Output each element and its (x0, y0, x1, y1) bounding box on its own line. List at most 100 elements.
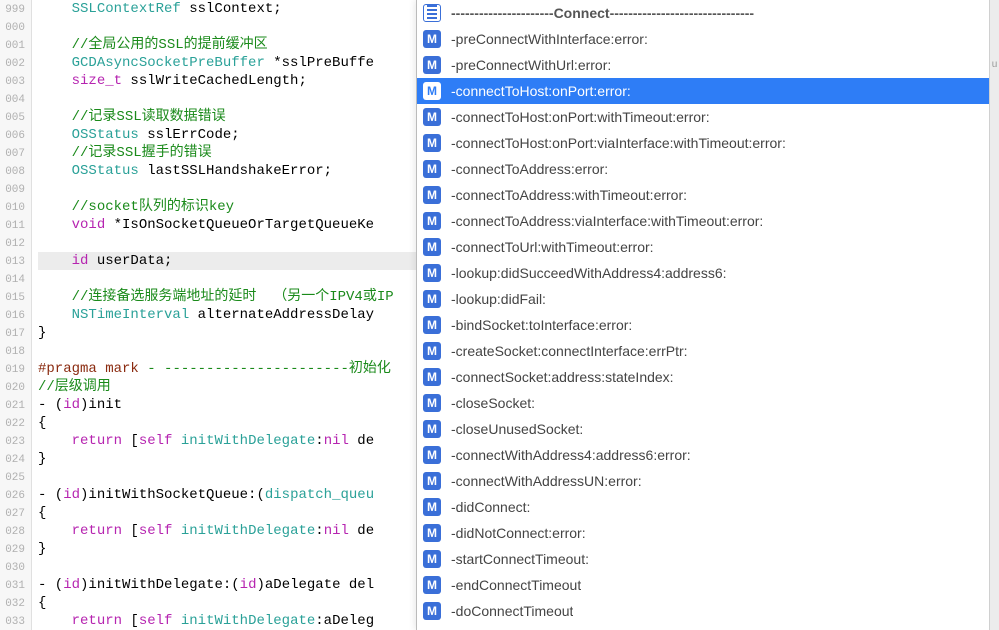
popup-item[interactable]: M -connectWithAddress4:address6:error: (417, 442, 999, 468)
line-number: 028 (0, 523, 31, 541)
editor-root: { "gutter_start": 999, "gutter_count": 3… (0, 0, 999, 630)
method-icon: M (423, 368, 441, 386)
popup-item-label: -connectWithAddressUN:error: (451, 473, 642, 489)
popup-item[interactable]: M -connectToHost:onPort:viaInterface:with… (417, 130, 999, 156)
popup-item-label: -didConnect: (451, 499, 530, 515)
section-icon (423, 4, 441, 22)
popup-item[interactable]: M -connectToHost:onPort:withTimeout:error… (417, 104, 999, 130)
method-icon: M (423, 186, 441, 204)
line-number: 027 (0, 505, 31, 523)
popup-header-text: ----------------------Connect-----------… (451, 5, 754, 21)
line-number: 999 (0, 1, 31, 19)
method-icon: M (423, 212, 441, 230)
popup-item[interactable]: M-lookup:didFail: (417, 286, 999, 312)
method-icon: M (423, 342, 441, 360)
method-icon: M (423, 108, 441, 126)
popup-item-label: -preConnectWithUrl:error: (451, 57, 611, 73)
method-icon: M (423, 420, 441, 438)
method-icon: M (423, 576, 441, 594)
line-number: 013 (0, 253, 31, 271)
line-number: 029 (0, 541, 31, 559)
popup-item[interactable]: M-startConnectTimeout: (417, 546, 999, 572)
method-icon: M (423, 446, 441, 464)
popup-item[interactable]: M-preConnectWithInterface:error: (417, 26, 999, 52)
popup-item-label: -doConnectTimeout (451, 603, 573, 619)
line-number: 017 (0, 325, 31, 343)
popup-item-label: -createSocket:connectInterface:errPtr: (451, 343, 688, 359)
line-number: 006 (0, 127, 31, 145)
popup-item-label: -connectToHost:onPort:viaInterface:withT… (451, 135, 786, 151)
popup-item[interactable]: M -preConnectWithUrl:error: (417, 52, 999, 78)
popup-section-header[interactable]: ----------------------Connect-----------… (417, 0, 999, 26)
popup-item-label: -connectWithAddress4:address6:error: (451, 447, 691, 463)
line-number: 033 (0, 613, 31, 630)
method-icon: M (423, 56, 441, 74)
line-number: 023 (0, 433, 31, 451)
line-number: 022 (0, 415, 31, 433)
line-number: 012 (0, 235, 31, 253)
popup-item[interactable]: M -connectToAddress:error: (417, 156, 999, 182)
popup-item-label: -didNotConnect:error: (451, 525, 586, 541)
popup-item[interactable]: M -createSocket:connectInterface:errPtr: (417, 338, 999, 364)
popup-item-label: -closeSocket: (451, 395, 535, 411)
popup-item-label: -connectToAddress:error: (451, 161, 608, 177)
line-number: 019 (0, 361, 31, 379)
method-icon: M (423, 498, 441, 516)
line-number: 001 (0, 37, 31, 55)
method-icon: M (423, 238, 441, 256)
popup-item[interactable]: M-connectToHost:onPort:error: (417, 78, 999, 104)
line-number: 003 (0, 73, 31, 91)
line-number: 025 (0, 469, 31, 487)
method-icon: M (423, 160, 441, 178)
popup-item-label: -startConnectTimeout: (451, 551, 589, 567)
popup-item[interactable]: M-connectWithAddressUN:error: (417, 468, 999, 494)
method-icon: M (423, 394, 441, 412)
line-number: 020 (0, 379, 31, 397)
method-icon: M (423, 264, 441, 282)
popup-item-label: -connectToHost:onPort:withTimeout:error: (451, 109, 710, 125)
right-sidebar-hint: u (990, 0, 999, 71)
line-number: 015 (0, 289, 31, 307)
line-number: 011 (0, 217, 31, 235)
popup-item[interactable]: M-connectToAddress:withTimeout:error: (417, 182, 999, 208)
popup-item[interactable]: M -connectSocket:address:stateIndex: (417, 364, 999, 390)
popup-item[interactable]: M -connectToAddress:viaInterface:withTime… (417, 208, 999, 234)
method-icon: M (423, 134, 441, 152)
popup-item-label: -connectToAddress:viaInterface:withTimeo… (451, 213, 763, 229)
popup-item[interactable]: M -didConnect: (417, 494, 999, 520)
line-number: 014 (0, 271, 31, 289)
method-icon: M (423, 316, 441, 334)
line-number: 000 (0, 19, 31, 37)
popup-item-label: -connectSocket:address:stateIndex: (451, 369, 674, 385)
popup-item[interactable]: M -closeUnusedSocket: (417, 416, 999, 442)
line-number: 032 (0, 595, 31, 613)
line-number: 005 (0, 109, 31, 127)
popup-item[interactable]: M -doConnectTimeout (417, 598, 999, 624)
line-number: 026 (0, 487, 31, 505)
line-number: 007 (0, 145, 31, 163)
popup-item[interactable]: M -bindSocket:toInterface:error: (417, 312, 999, 338)
method-icon: M (423, 30, 441, 48)
popup-item-label: -bindSocket:toInterface:error: (451, 317, 632, 333)
right-sidebar-strip: u (989, 0, 999, 630)
method-icon: M (423, 82, 441, 100)
line-number: 024 (0, 451, 31, 469)
line-number: 010 (0, 199, 31, 217)
popup-item[interactable]: M-didNotConnect:error: (417, 520, 999, 546)
popup-item[interactable]: M -connectToUrl:withTimeout:error: (417, 234, 999, 260)
symbol-navigator-popup[interactable]: ----------------------Connect-----------… (416, 0, 999, 630)
popup-item[interactable]: M-endConnectTimeout (417, 572, 999, 598)
line-number: 031 (0, 577, 31, 595)
line-number: 030 (0, 559, 31, 577)
line-number-gutter: 9990000010020030040050060070080090100110… (0, 0, 32, 630)
popup-item-label: -closeUnusedSocket: (451, 421, 583, 437)
method-icon: M (423, 602, 441, 620)
line-number: 004 (0, 91, 31, 109)
popup-item[interactable]: M -closeSocket: (417, 390, 999, 416)
popup-item-label: -lookup:didFail: (451, 291, 546, 307)
line-number: 021 (0, 397, 31, 415)
popup-item[interactable]: M-lookup:didSucceedWithAddress4:address6… (417, 260, 999, 286)
popup-item-label: -connectToUrl:withTimeout:error: (451, 239, 654, 255)
line-number: 016 (0, 307, 31, 325)
line-number: 018 (0, 343, 31, 361)
